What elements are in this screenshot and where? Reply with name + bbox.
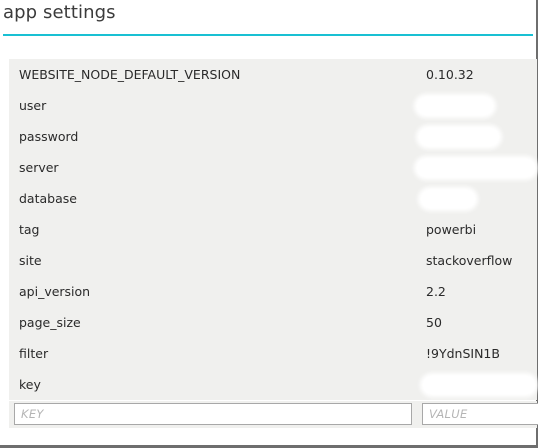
setting-key: server	[19, 160, 59, 175]
setting-key: password	[19, 129, 79, 144]
redacted-value	[417, 97, 493, 115]
app-settings-panel: app settings WEBSITE_NODE_DEFAULT_VERSIO…	[0, 0, 538, 448]
setting-value[interactable]: 50	[426, 307, 442, 338]
setting-key: filter	[19, 346, 49, 361]
title-divider	[3, 34, 533, 36]
redacted-value	[421, 190, 475, 208]
table-row[interactable]: tag powerbi	[9, 214, 537, 245]
redacted-value	[419, 128, 499, 146]
redacted-value	[417, 159, 535, 177]
setting-key: tag	[19, 222, 40, 237]
page-title: app settings	[3, 2, 116, 23]
setting-value[interactable]: stackoverflow	[426, 245, 512, 276]
setting-value[interactable]: !9YdnSIN1B	[426, 338, 500, 369]
setting-key: api_version	[19, 284, 91, 299]
setting-value[interactable]: 2.2	[426, 276, 446, 307]
setting-key: user	[19, 98, 47, 113]
table-row[interactable]: server	[9, 152, 537, 183]
table-row[interactable]: key	[9, 369, 537, 400]
new-key-input[interactable]	[14, 403, 412, 425]
setting-value[interactable]: powerbi	[426, 214, 476, 245]
setting-key: database	[19, 191, 77, 206]
new-value-input[interactable]	[422, 403, 538, 425]
setting-key: site	[19, 253, 42, 268]
setting-value[interactable]: 0.10.32	[426, 59, 474, 90]
table-row[interactable]: database	[9, 183, 537, 214]
table-row[interactable]: user	[9, 90, 537, 121]
table-row[interactable]: api_version 2.2	[9, 276, 537, 307]
table-row[interactable]: password	[9, 121, 537, 152]
new-setting-row	[9, 401, 538, 428]
setting-key: key	[19, 377, 41, 392]
setting-key: WEBSITE_NODE_DEFAULT_VERSION	[19, 67, 241, 82]
setting-key: page_size	[19, 315, 81, 330]
table-row[interactable]: page_size 50	[9, 307, 537, 338]
table-row[interactable]: site stackoverflow	[9, 245, 537, 276]
table-row[interactable]: WEBSITE_NODE_DEFAULT_VERSION 0.10.32	[9, 59, 537, 90]
redacted-value	[423, 376, 535, 394]
settings-table: WEBSITE_NODE_DEFAULT_VERSION 0.10.32 use…	[9, 59, 537, 400]
table-row[interactable]: filter !9YdnSIN1B	[9, 338, 537, 369]
